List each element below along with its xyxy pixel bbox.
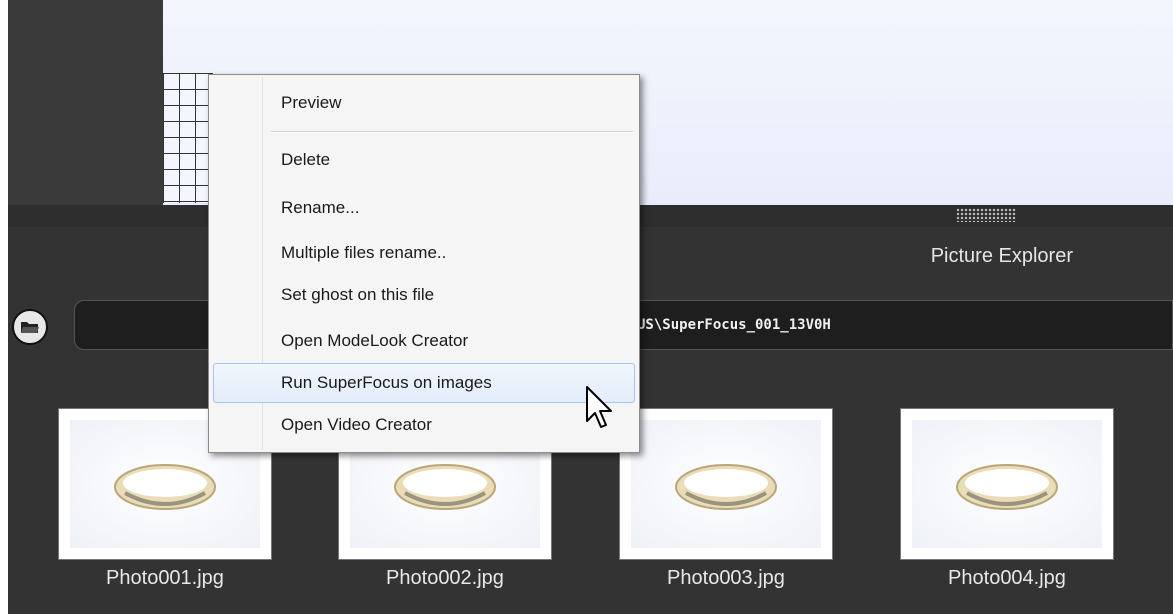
context-menu: Preview Delete Rename... Multiple files … — [208, 74, 640, 453]
menu-item-preview[interactable]: Preview — [213, 83, 635, 123]
thumbnail-label: Photo001.jpg — [106, 567, 224, 589]
menu-item-open-video-creator[interactable]: Open Video Creator — [213, 405, 635, 445]
menu-item-rename[interactable]: Rename... — [213, 188, 635, 228]
thumbnail-photo003[interactable] — [619, 408, 833, 560]
thumbnail-photo004[interactable] — [900, 408, 1114, 560]
panel-title: Picture Explorer — [930, 245, 1073, 267]
resize-grip-icon[interactable] — [956, 208, 1016, 222]
menu-item-multiple-rename[interactable]: Multiple files rename.. — [213, 233, 635, 273]
menu-item-run-superfocus[interactable]: Run SuperFocus on images — [213, 363, 635, 403]
thumbnail-image — [912, 420, 1102, 548]
menu-item-delete[interactable]: Delete — [213, 140, 635, 180]
folder-open-button[interactable] — [12, 309, 48, 345]
bracelet-image — [114, 464, 216, 510]
menu-item-open-modelook-creator[interactable]: Open ModeLook Creator — [213, 321, 635, 361]
thumbnail-image — [631, 420, 821, 548]
menu-item-set-ghost[interactable]: Set ghost on this file — [213, 275, 635, 315]
thumbnail-label: Photo003.jpg — [667, 567, 785, 589]
left-dark-panel — [8, 0, 163, 205]
preview-grid-overlay — [163, 73, 213, 203]
bracelet-image — [394, 464, 496, 510]
bracelet-image — [675, 464, 777, 510]
thumbnail-label: Photo002.jpg — [386, 567, 504, 589]
menu-separator — [271, 131, 633, 133]
mouse-pointer-icon — [586, 386, 612, 428]
thumbnail-label: Photo004.jpg — [948, 567, 1066, 589]
folder-open-icon — [21, 322, 39, 333]
bracelet-image — [956, 464, 1058, 510]
